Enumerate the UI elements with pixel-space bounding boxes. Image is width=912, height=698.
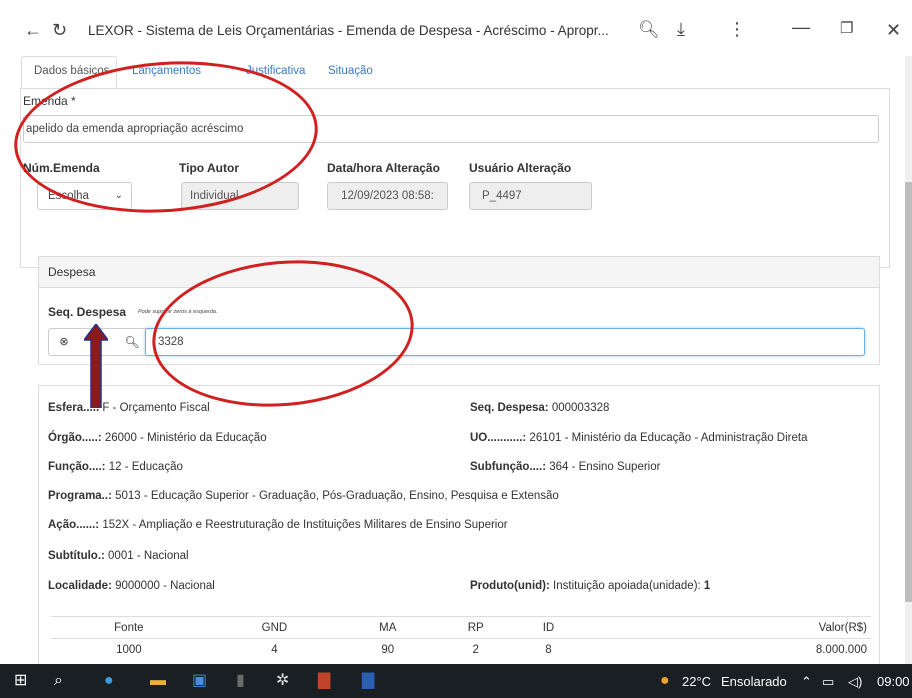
browser-titlebar: ← ↻ LEXOR - Sistema de Leis Orçamentária…	[0, 0, 912, 56]
search-icon[interactable]: ⌕	[54, 672, 63, 690]
settings-gear-icon[interactable]: ✲	[276, 672, 289, 690]
subfuncao-row: Subfunção....: 364 - Ensino Superior	[470, 461, 661, 473]
localidade-row: Localidade: 9000000 - Nacional	[48, 580, 215, 592]
col-gnd-header: GND	[206, 616, 343, 639]
word-icon[interactable]: ▇	[362, 672, 374, 690]
scrollbar-thumb[interactable]	[905, 182, 912, 602]
table-cell: 90	[342, 638, 434, 660]
minimize-button[interactable]: —	[792, 18, 810, 36]
table-row: 1000 4 90 2 8 8.000.000	[51, 638, 871, 660]
table-cell: 2	[433, 638, 518, 660]
tab-justificativa[interactable]: Justificativa	[246, 65, 305, 77]
more-vert-icon[interactable]: ⋮	[728, 20, 746, 38]
table-cell: 4	[206, 638, 343, 660]
usuario-alteracao-label: Usuário Alteração	[469, 161, 572, 175]
restore-button[interactable]: ❐	[840, 21, 853, 36]
data-alteracao-input: 12/09/2023 08:58:	[327, 182, 448, 210]
table-cell: 8.000.000	[578, 638, 871, 660]
acao-row: Ação......: 152X - Ampliação e Reestrutu…	[48, 519, 508, 531]
seq-despesa-label: Seq. Despesa	[48, 305, 127, 319]
uo-row: UO...........: 26101 - Ministério da Edu…	[470, 432, 808, 444]
subtitulo-row: Subtítulo.: 0001 - Nacional	[48, 550, 189, 562]
despesa-panel: Despesa Seq. Despesa Pode suprimir zeros…	[38, 256, 880, 365]
tipo-autor-input: Individual	[181, 182, 299, 210]
network-icon[interactable]: ▭	[822, 674, 834, 690]
despesa-panel-header: Despesa	[39, 257, 879, 288]
clock[interactable]: 09:00	[877, 674, 910, 689]
weather-temperature: 22°C	[682, 674, 712, 689]
table-header-row: Fonte GND MA RP ID Valor(R$)	[51, 616, 871, 639]
app-icon[interactable]: ▮	[236, 672, 245, 690]
weather-sun-icon: ●	[660, 672, 670, 689]
download-icon[interactable]: ⤓	[677, 20, 685, 38]
zoom-icon[interactable]: 🔍︎	[638, 21, 660, 38]
data-alteracao-label: Data/hora Alteração	[327, 161, 440, 175]
col-ma-header: MA	[342, 616, 434, 639]
num-emenda-select[interactable]: Escolha ⌄	[37, 182, 132, 210]
taskbar: ⊞ ⌕ ● ▬ ▣ ▮ ✲ ▇ ▇ ● 22°C Ensolarado ⌃ ▭ …	[0, 664, 912, 698]
despesa-details-panel: Esfera..... F - Orçamento Fiscal Seq. De…	[38, 385, 880, 664]
col-valor-header: Valor(R$)	[578, 616, 871, 639]
weather-description: Ensolarado	[721, 674, 787, 689]
seq-despesa-input[interactable]: 3328	[145, 328, 865, 356]
produto-row: Produto(unid): Instituição apoiada(unida…	[470, 580, 711, 592]
funcao-row: Função....: 12 - Educação	[48, 461, 183, 473]
esfera-row: Esfera..... F - Orçamento Fiscal	[48, 402, 210, 414]
file-explorer-icon[interactable]: ▬	[150, 672, 166, 690]
table-cell: 8	[518, 638, 579, 660]
tray-chevron-icon[interactable]: ⌃	[801, 674, 812, 690]
edge-browser-icon[interactable]: ●	[104, 672, 114, 690]
num-emenda-value: Escolha	[48, 190, 89, 202]
financial-table: Fonte GND MA RP ID Valor(R$) 1000 4 90 2…	[51, 616, 871, 660]
usuario-alteracao-input: P_4497	[469, 182, 592, 210]
close-button[interactable]: ✕	[886, 21, 901, 39]
table-cell: 1000	[51, 638, 207, 660]
emenda-input[interactable]: apelido da emenda apropriação acréscimo	[23, 115, 879, 143]
reload-icon[interactable]: ↻	[52, 21, 67, 39]
tab-lancamentos[interactable]: Lançamentos	[132, 65, 201, 77]
annotation-arrow-icon	[84, 324, 108, 408]
dados-basicos-panel: Emenda * apelido da emenda apropriação a…	[20, 88, 890, 268]
programa-row: Programa..: 5013 - Educação Superior - G…	[48, 490, 559, 502]
windows-start-icon[interactable]: ⊞	[14, 672, 27, 690]
tipo-autor-label: Tipo Autor	[179, 161, 239, 175]
window-title: LEXOR - Sistema de Leis Orçamentárias - …	[88, 23, 609, 38]
despesa-panel-title: Despesa	[48, 265, 96, 279]
page-content: Dados básicos Lançamentos Justificativa …	[0, 56, 905, 664]
back-arrow-icon[interactable]: ←	[24, 21, 42, 39]
col-rp-header: RP	[433, 616, 518, 639]
seq-despesa-row: Seq. Despesa: 000003328	[470, 402, 610, 414]
col-fonte-header: Fonte	[51, 616, 207, 639]
num-emenda-label: Núm.Emenda	[23, 161, 100, 175]
clear-icon[interactable]: ⊗	[53, 329, 75, 355]
store-icon[interactable]: ▣	[192, 672, 207, 690]
seq-despesa-hint: Pode suprimir zeros à esquerda.	[138, 309, 218, 315]
chevron-down-icon: ⌄	[114, 190, 123, 201]
col-id-header: ID	[518, 616, 579, 639]
emenda-label: Emenda *	[23, 94, 76, 108]
powerpoint-icon[interactable]: ▇	[318, 672, 330, 690]
tab-situacao[interactable]: Situação	[328, 65, 373, 77]
search-icon[interactable]: 🔍︎	[121, 329, 143, 355]
volume-icon[interactable]: ◁)	[848, 674, 862, 690]
orgao-row: Órgão.....: 26000 - Ministério da Educaç…	[48, 432, 267, 444]
tab-dados-basicos[interactable]: Dados básicos	[34, 65, 109, 77]
